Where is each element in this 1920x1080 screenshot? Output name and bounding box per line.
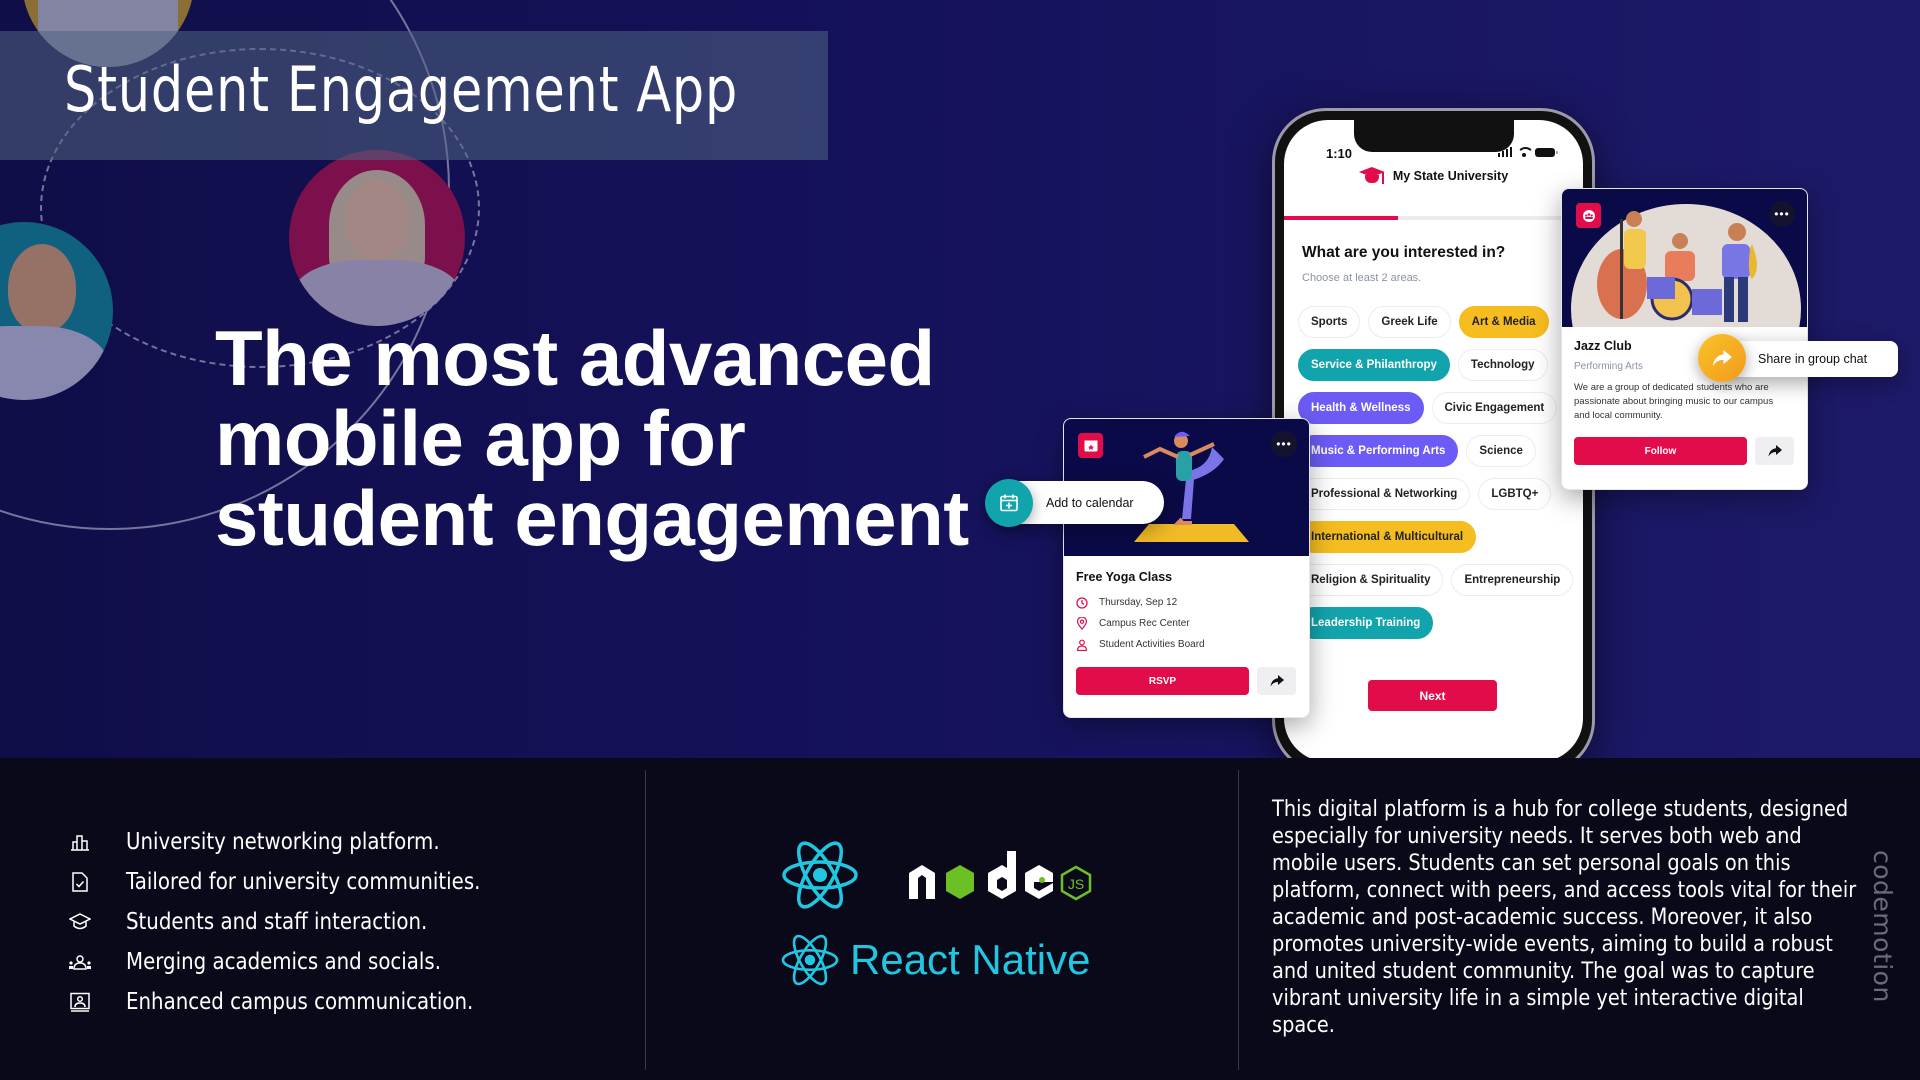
building-chart-icon bbox=[68, 830, 92, 854]
interest-chip[interactable]: Professional & Networking bbox=[1298, 478, 1471, 510]
interest-chips: Sports Greek Life Art & Media Service & Phi… bbox=[1298, 306, 1574, 639]
share-arrow-icon bbox=[1270, 675, 1284, 687]
question-title: What are you interested in? bbox=[1302, 244, 1506, 261]
interest-chip[interactable]: Music & Performing Arts bbox=[1298, 435, 1459, 467]
question-subtitle: Choose at least 2 areas. bbox=[1302, 272, 1422, 284]
presentation-user-icon bbox=[68, 990, 92, 1014]
calendar-plus-icon bbox=[1000, 494, 1018, 512]
feature-label: Tailored for university communities. bbox=[126, 869, 481, 895]
share-group-chat-label: Share in group chat bbox=[1758, 352, 1868, 366]
interest-chip[interactable]: Greek Life bbox=[1368, 306, 1451, 338]
group-icon bbox=[1576, 203, 1601, 228]
nodejs-logo: JS bbox=[905, 847, 1115, 907]
status-icons bbox=[1497, 147, 1558, 157]
share-arrow-icon bbox=[1768, 445, 1782, 457]
divider-right bbox=[1238, 770, 1239, 1070]
page-title: Student Engagement App bbox=[64, 53, 739, 126]
event-date-row: Thursday, Sep 12 bbox=[1076, 592, 1297, 613]
feature-label: Enhanced campus communication. bbox=[126, 989, 474, 1015]
interest-chip[interactable]: Science bbox=[1466, 435, 1536, 467]
react-logo-icon bbox=[782, 841, 858, 909]
feature-item: Enhanced campus communication. bbox=[68, 982, 538, 1022]
people-group-icon bbox=[68, 950, 92, 974]
club-share-button[interactable] bbox=[1755, 437, 1794, 465]
feature-label: University networking platform. bbox=[126, 829, 440, 855]
university-name: My State University bbox=[1392, 169, 1509, 183]
interest-chip[interactable]: Civic Engagement bbox=[1431, 392, 1558, 424]
feature-list: University networking platform. Tailored… bbox=[68, 822, 538, 1022]
interest-chip[interactable]: Health & Wellness bbox=[1298, 392, 1424, 424]
club-description: We are a group of dedicated students who… bbox=[1574, 382, 1774, 421]
nodejs-logo-icon: JS bbox=[909, 851, 1092, 901]
feature-label: Students and staff interaction. bbox=[126, 909, 428, 935]
feature-item: Tailored for university communities. bbox=[68, 862, 538, 902]
add-to-calendar-button[interactable] bbox=[985, 479, 1033, 527]
next-button[interactable]: Next bbox=[1368, 680, 1497, 711]
phone-notch bbox=[1353, 120, 1514, 152]
club-more-button[interactable]: ••• bbox=[1769, 201, 1795, 227]
interest-chip[interactable]: Service & Philanthropy bbox=[1298, 349, 1450, 381]
add-to-calendar-label: Add to calendar bbox=[1046, 495, 1134, 510]
share-group-chat-button[interactable] bbox=[1698, 334, 1746, 382]
divider-left bbox=[645, 770, 646, 1070]
event-location-row: Campus Rec Center bbox=[1076, 613, 1297, 634]
rsvp-button[interactable]: RSVP bbox=[1076, 667, 1249, 695]
brand-watermark: codemotion bbox=[1868, 850, 1897, 1003]
interest-chip[interactable]: Entrepreneurship bbox=[1451, 564, 1574, 596]
svg-text:JS: JS bbox=[1068, 876, 1084, 892]
club-card[interactable]: ••• Jazz Club Performing Arts We are a g… bbox=[1561, 188, 1808, 490]
share-group-chat-callout[interactable]: Share in group chat bbox=[1730, 341, 1898, 377]
event-location: Campus Rec Center bbox=[1099, 618, 1190, 629]
interest-chip[interactable]: Sports bbox=[1298, 306, 1361, 338]
share-arrow-icon bbox=[1712, 349, 1732, 366]
react-native-label: React Native bbox=[850, 936, 1091, 983]
feature-item: Merging academics and socials. bbox=[68, 942, 538, 982]
interest-chip[interactable]: Technology bbox=[1457, 349, 1548, 381]
status-time: 1:10 bbox=[1326, 146, 1353, 161]
clock-icon bbox=[1076, 596, 1088, 609]
signal-icon bbox=[1497, 147, 1512, 157]
onboarding-progress-fill bbox=[1284, 216, 1398, 220]
event-organizer-row: Student Activities Board bbox=[1076, 634, 1297, 655]
title-banner: Student Engagement App bbox=[0, 31, 828, 160]
onboarding-progress bbox=[1284, 216, 1583, 220]
hero-section: Student Engagement App The most advanced… bbox=[0, 0, 1920, 758]
university-header: My State University bbox=[1284, 167, 1583, 185]
feature-item: Students and staff interaction. bbox=[68, 902, 538, 942]
interest-chip[interactable]: LGBTQ+ bbox=[1478, 478, 1552, 510]
interest-chip[interactable]: Leadership Training bbox=[1298, 607, 1434, 639]
interest-chip[interactable]: Art & Media bbox=[1458, 306, 1549, 338]
phone-mockup: 1:10 My State University What are you in… bbox=[1272, 108, 1595, 758]
react-logo-icon bbox=[781, 934, 839, 986]
club-card-image: ••• bbox=[1562, 189, 1807, 327]
battery-icon bbox=[1535, 147, 1558, 157]
avatar-student-red bbox=[289, 150, 465, 326]
event-card[interactable]: ••• Free Yoga Class Thursday, Sep 12 Cam… bbox=[1063, 418, 1310, 718]
person-icon bbox=[1076, 639, 1088, 651]
react-native-logo: React Native bbox=[780, 933, 1090, 987]
follow-button[interactable]: Follow bbox=[1574, 437, 1747, 465]
feature-label: Merging academics and socials. bbox=[126, 949, 442, 975]
document-check-icon bbox=[68, 870, 92, 894]
headline: The most advanced mobile app for student… bbox=[215, 314, 969, 562]
graduation-cap-icon bbox=[1358, 167, 1385, 185]
interest-chip[interactable]: International & Multicultural bbox=[1298, 521, 1477, 553]
phone-screen: 1:10 My State University What are you in… bbox=[1284, 120, 1583, 758]
feature-item: University networking platform. bbox=[68, 822, 538, 862]
event-share-button[interactable] bbox=[1257, 667, 1296, 695]
event-organizer: Student Activities Board bbox=[1099, 639, 1205, 650]
project-description: This digital platform is a hub for colle… bbox=[1272, 797, 1857, 1038]
avatar-student-teal bbox=[0, 222, 113, 400]
wifi-icon bbox=[1517, 147, 1534, 157]
event-date: Thursday, Sep 12 bbox=[1099, 597, 1178, 608]
graduation-cap-icon bbox=[68, 910, 92, 934]
location-pin-icon bbox=[1076, 617, 1088, 630]
interest-chip[interactable]: Religion & Spirituality bbox=[1298, 564, 1444, 596]
event-title: Free Yoga Class bbox=[1076, 570, 1173, 584]
